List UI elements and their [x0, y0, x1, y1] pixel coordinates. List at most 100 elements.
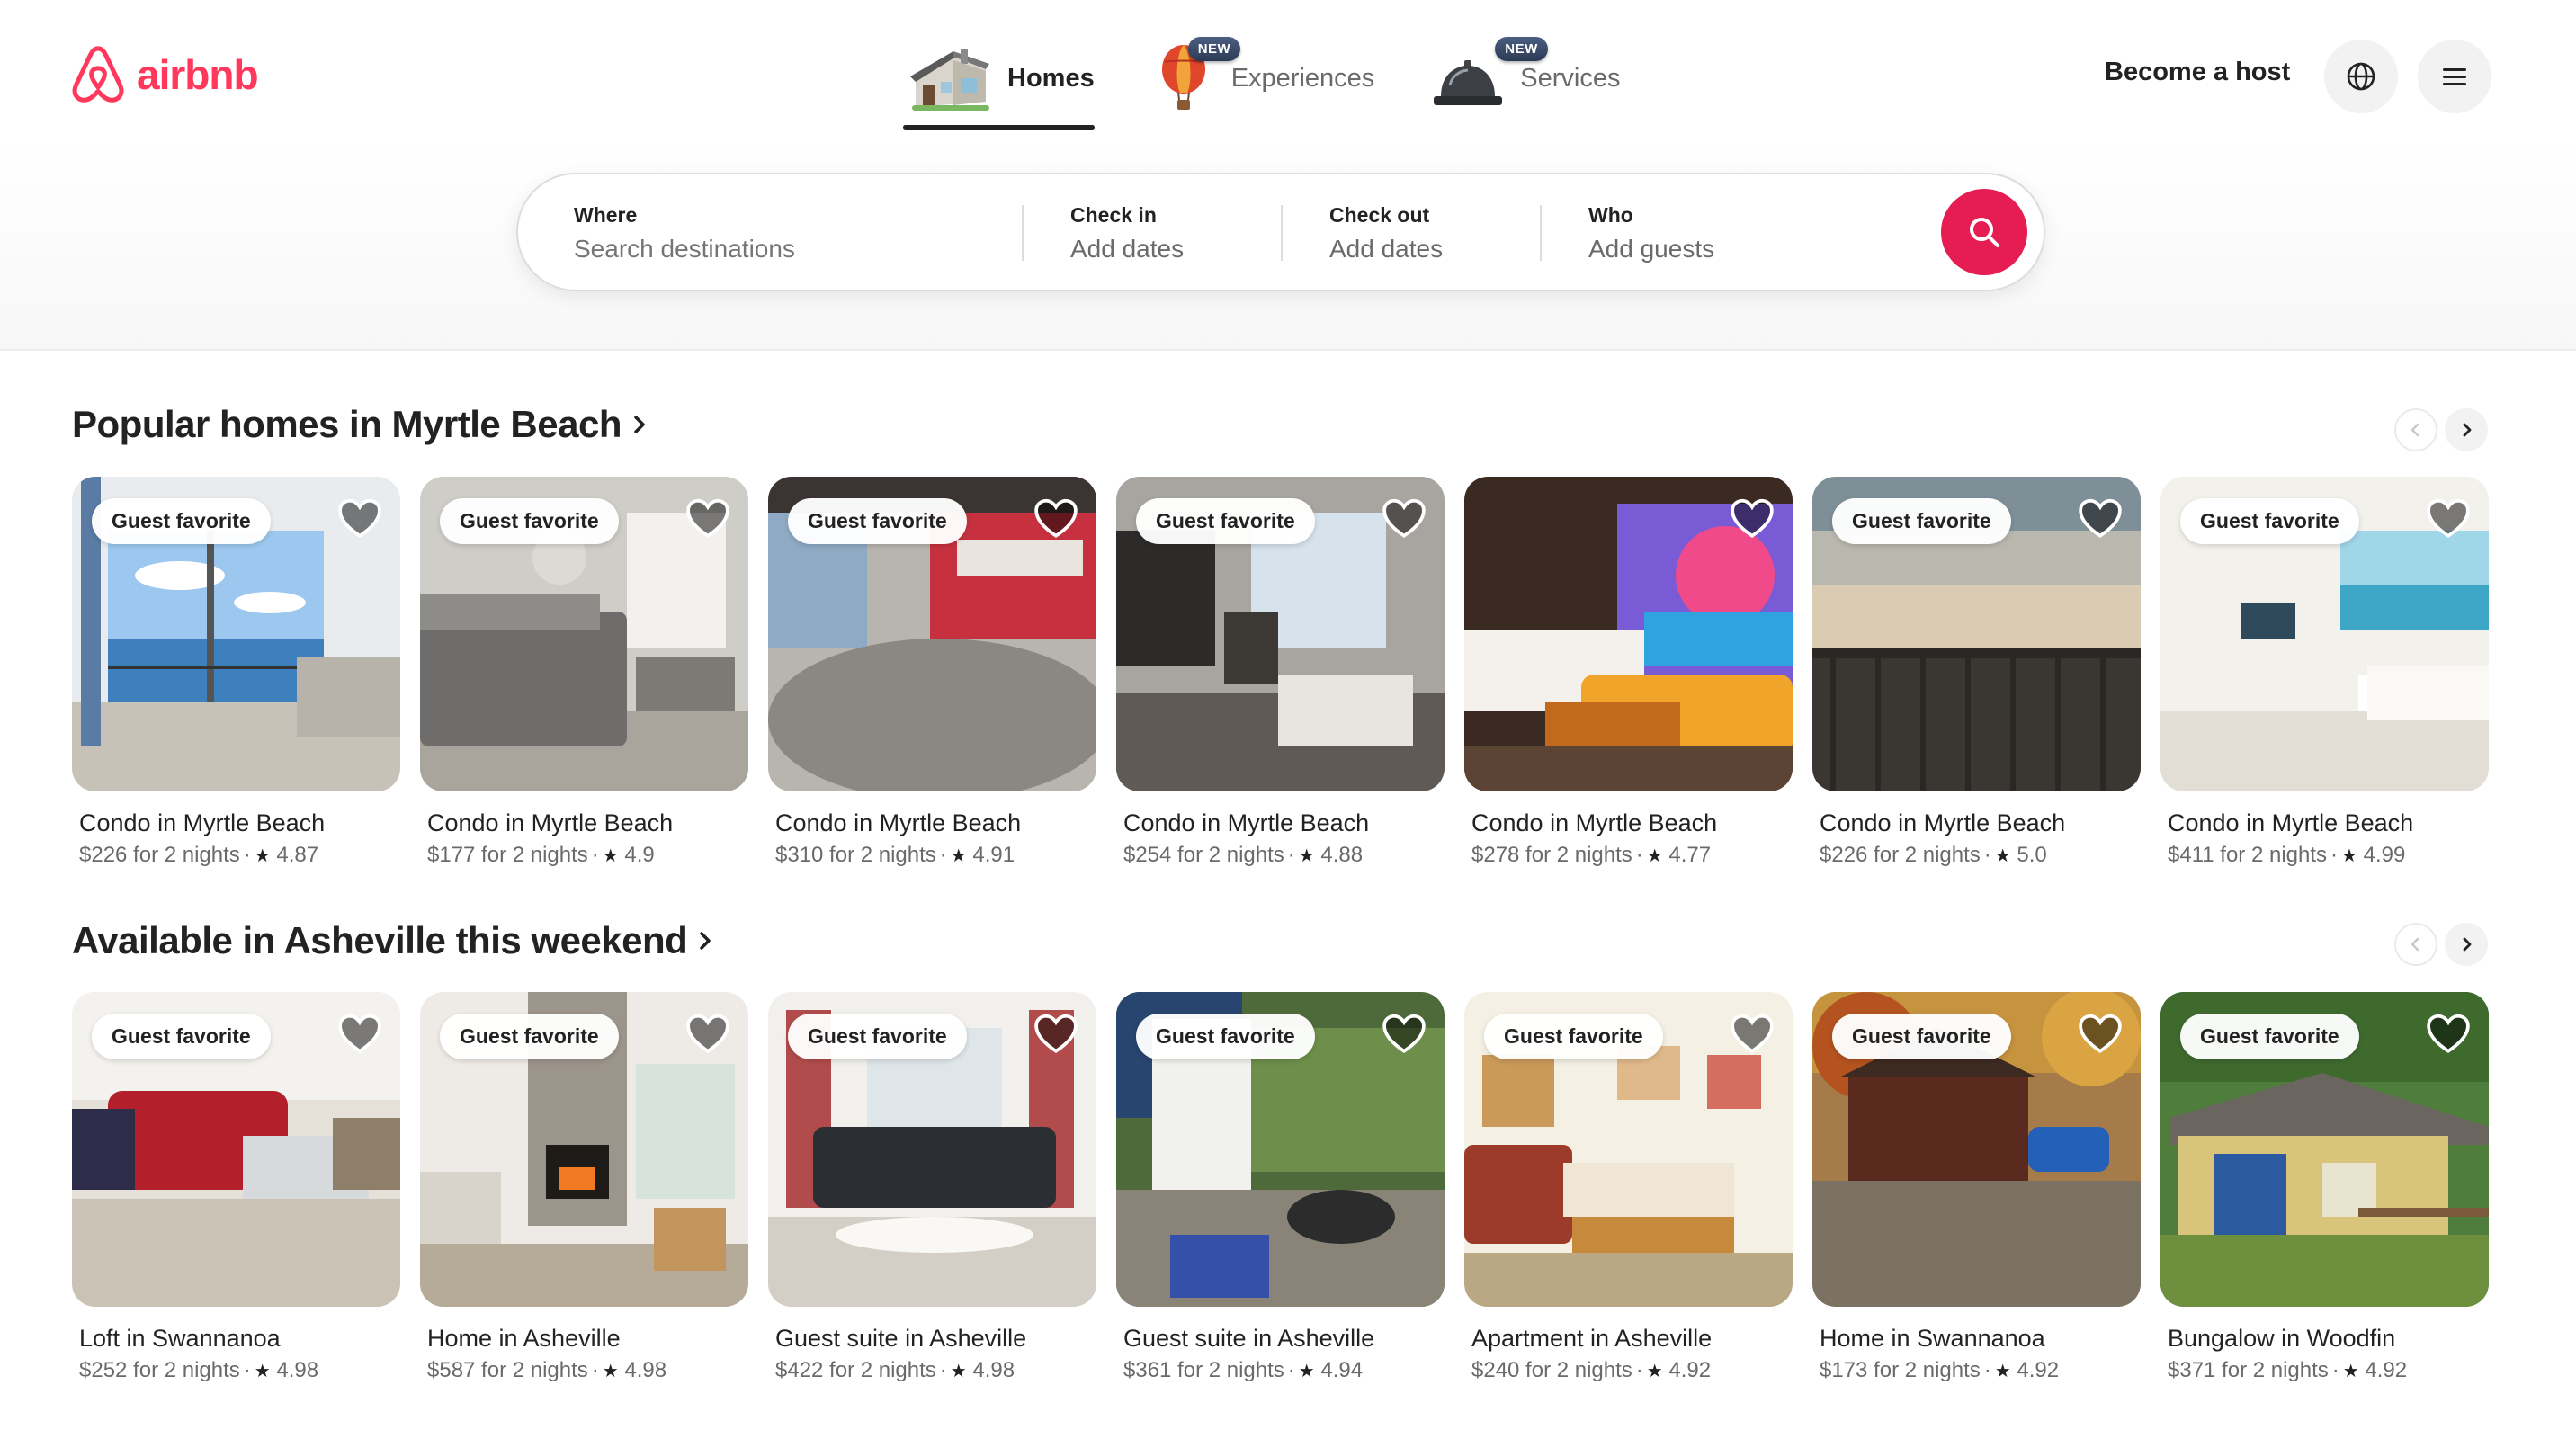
listing-photo[interactable]: Guest favorite — [1464, 992, 1793, 1307]
listing-title: Bungalow in Woodfin — [2168, 1325, 2396, 1352]
listing-price: $177 for 2 nights — [427, 843, 588, 867]
listing-price: $371 for 2 nights — [2168, 1358, 2329, 1382]
section-title-popular-homes[interactable]: Popular homes in Myrtle Beach — [72, 403, 650, 446]
globe-icon — [2347, 62, 2375, 91]
listing-rating: 4.92 — [2017, 1358, 2060, 1382]
listing-row-myrtle-beach: Guest favorite Condo in Myrtle Beach $22… — [72, 477, 2490, 868]
chevron-right-icon — [2463, 423, 2472, 437]
search-check-out[interactable]: Check out Add dates — [1329, 174, 1536, 290]
guest-favorite-badge: Guest favorite — [92, 498, 271, 544]
heart-icon[interactable] — [2426, 1012, 2471, 1057]
listing-photo[interactable]: Guest favorite — [1116, 992, 1445, 1307]
listing-photo[interactable]: Guest favorite — [1812, 992, 2141, 1307]
listing-card[interactable]: Guest favorite Bungalow in Woodfin $371 … — [2160, 992, 2489, 1383]
search-who[interactable]: Who Add guests — [1588, 174, 1885, 290]
carousel-next-button[interactable] — [2445, 923, 2488, 966]
listing-card[interactable]: Condo in Myrtle Beach $278 for 2 nights ·… — [1464, 477, 1793, 868]
search-button[interactable] — [1941, 189, 2027, 275]
heart-icon[interactable] — [1382, 1012, 1427, 1057]
listing-rating: 4.88 — [1320, 843, 1364, 867]
heart-icon[interactable] — [337, 496, 382, 541]
listing-card[interactable]: Guest favorite Guest suite in Asheville … — [768, 992, 1096, 1383]
guest-favorite-badge: Guest favorite — [440, 498, 619, 544]
search-check-in[interactable]: Check in Add dates — [1070, 174, 1277, 290]
listing-photo[interactable]: Guest favorite — [72, 477, 400, 791]
star-icon: ★ — [602, 846, 619, 866]
listing-meta: $240 for 2 nights · ★ 4.92 — [1471, 1358, 1712, 1382]
listing-photo[interactable]: Guest favorite — [2160, 477, 2489, 791]
airbnb-belo-icon — [72, 46, 124, 103]
become-a-host-link[interactable]: Become a host — [2105, 58, 2290, 87]
listing-rating: 4.87 — [276, 843, 319, 867]
listing-photo[interactable] — [1464, 477, 1793, 791]
listing-price: $278 for 2 nights — [1471, 843, 1632, 867]
guest-favorite-badge: Guest favorite — [2180, 498, 2359, 544]
listing-rating: 4.94 — [1320, 1358, 1364, 1382]
star-icon: ★ — [950, 1362, 967, 1381]
listing-card[interactable]: Guest favorite Guest suite in Asheville … — [1116, 992, 1445, 1383]
listing-card[interactable]: Guest favorite Loft in Swannanoa $252 fo… — [72, 992, 400, 1383]
listing-card[interactable]: Guest favorite Condo in Myrtle Beach $22… — [1812, 477, 2141, 868]
check-out-label: Check out — [1329, 203, 1430, 227]
destination-input[interactable] — [574, 235, 952, 264]
heart-icon[interactable] — [685, 496, 730, 541]
listing-price: $226 for 2 nights — [79, 843, 240, 867]
tab-services[interactable]: NEW Services — [1432, 27, 1621, 130]
category-tabs: Homes NEW Experiences NEW Services — [903, 27, 1621, 130]
guest-favorite-badge: Guest favorite — [788, 498, 967, 544]
listing-photo[interactable]: Guest favorite — [1116, 477, 1445, 791]
star-icon: ★ — [950, 846, 967, 866]
language-button[interactable] — [2324, 40, 2398, 113]
search-where[interactable]: Where — [574, 174, 988, 290]
header: airbnb Homes NEW Experiences NEW Service… — [0, 0, 2576, 351]
listing-price: $310 for 2 nights — [775, 843, 936, 867]
heart-icon[interactable] — [1730, 496, 1775, 541]
airbnb-logo[interactable]: airbnb — [70, 43, 259, 106]
listing-photo[interactable]: Guest favorite — [768, 992, 1096, 1307]
heart-icon[interactable] — [2078, 496, 2123, 541]
tab-homes[interactable]: Homes — [903, 27, 1095, 130]
star-icon: ★ — [2342, 1362, 2359, 1381]
listing-card[interactable]: Guest favorite Condo in Myrtle Beach $31… — [768, 477, 1096, 868]
heart-icon[interactable] — [2426, 496, 2471, 541]
listing-card[interactable]: Guest favorite Condo in Myrtle Beach $41… — [2160, 477, 2489, 868]
search-divider — [1022, 205, 1024, 261]
listing-card[interactable]: Guest favorite Home in Asheville $587 fo… — [420, 992, 748, 1383]
chevron-right-icon — [2463, 937, 2472, 952]
listing-price: $254 for 2 nights — [1123, 843, 1284, 867]
heart-icon[interactable] — [685, 1012, 730, 1057]
listing-photo[interactable]: Guest favorite — [420, 992, 748, 1307]
carousel-next-button[interactable] — [2445, 408, 2488, 451]
listing-price: $240 for 2 nights — [1471, 1358, 1632, 1382]
heart-icon[interactable] — [1382, 496, 1427, 541]
heart-icon[interactable] — [337, 1012, 382, 1057]
listing-card[interactable]: Guest favorite Apartment in Asheville $2… — [1464, 992, 1793, 1383]
listing-card[interactable]: Guest favorite Home in Swannanoa $173 fo… — [1812, 992, 2141, 1383]
carousel-prev-button[interactable] — [2394, 408, 2437, 451]
listing-card[interactable]: Guest favorite Condo in Myrtle Beach $22… — [72, 477, 400, 868]
section-title-asheville-weekend[interactable]: Available in Asheville this weekend — [72, 919, 716, 962]
main-menu-button[interactable] — [2418, 40, 2491, 113]
listing-title: Guest suite in Asheville — [1123, 1325, 1375, 1352]
star-icon: ★ — [2341, 846, 2357, 866]
heart-icon[interactable] — [1730, 1012, 1775, 1057]
listing-photo[interactable]: Guest favorite — [2160, 992, 2489, 1307]
carousel-prev-button[interactable] — [2394, 923, 2437, 966]
listing-rating: 4.77 — [1668, 843, 1712, 867]
heart-icon[interactable] — [1033, 496, 1078, 541]
listing-photo[interactable]: Guest favorite — [72, 992, 400, 1307]
heart-icon[interactable] — [2078, 1012, 2123, 1057]
listing-card[interactable]: Guest favorite Condo in Myrtle Beach $25… — [1116, 477, 1445, 868]
listing-photo[interactable]: Guest favorite — [420, 477, 748, 791]
tab-homes-label: Homes — [1007, 63, 1095, 93]
listing-photo[interactable]: Guest favorite — [1812, 477, 2141, 791]
house-icon — [908, 42, 991, 114]
heart-icon[interactable] — [1033, 1012, 1078, 1057]
search-divider — [1540, 205, 1542, 261]
tab-experiences[interactable]: NEW Experiences — [1152, 27, 1374, 130]
listing-card[interactable]: Guest favorite Condo in Myrtle Beach $17… — [420, 477, 748, 868]
listing-price: $411 for 2 nights — [2168, 843, 2328, 867]
listing-rating: 4.92 — [2365, 1358, 2408, 1382]
listing-rating: 4.98 — [276, 1358, 319, 1382]
listing-photo[interactable]: Guest favorite — [768, 477, 1096, 791]
